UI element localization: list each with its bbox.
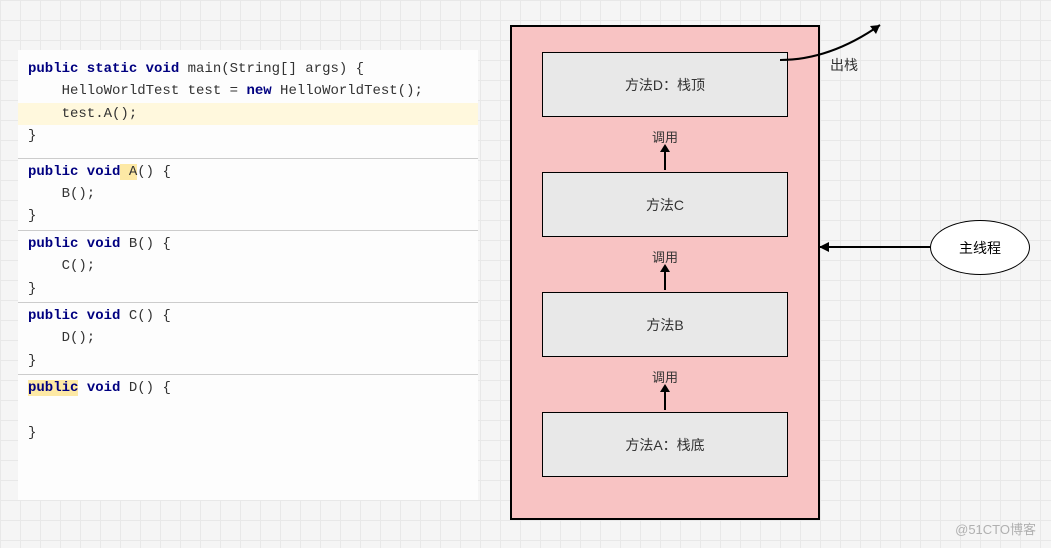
thread-ellipse: 主线程 xyxy=(930,220,1030,275)
stack-frame-d: 方法D：栈顶 xyxy=(542,52,788,117)
stack-container: 方法D：栈顶 调用 方法C 调用 方法B 调用 方法A：栈底 xyxy=(510,25,820,520)
thread-arrow-icon xyxy=(820,246,930,248)
frame-d-label: 方法D：栈顶 xyxy=(625,75,705,95)
arrow-up-icon xyxy=(664,270,666,290)
thread-label: 主线程 xyxy=(959,238,1001,258)
stack-frame-a: 方法A：栈底 xyxy=(542,412,788,477)
code-line-a-sig: public void A() { xyxy=(18,161,478,183)
stack-frame-b: 方法B xyxy=(542,292,788,357)
call-label-bc: 调用 xyxy=(542,237,788,292)
code-line-c-sig: public void C() { xyxy=(18,305,478,327)
code-line-main-2: test.A(); xyxy=(18,103,478,125)
code-line-main-sig: public static void main(String[] args) { xyxy=(18,58,478,80)
code-line-c-close: } xyxy=(18,350,478,372)
code-line-d-close: } xyxy=(18,422,478,444)
code-line-d-blank xyxy=(18,399,478,421)
code-line-b-body: C(); xyxy=(18,255,478,277)
code-panel: public static void main(String[] args) {… xyxy=(18,50,478,500)
code-line-a-body: B(); xyxy=(18,183,478,205)
code-line-main-close: } xyxy=(18,125,478,147)
code-line-c-body: D(); xyxy=(18,327,478,349)
call-label-ab: 调用 xyxy=(542,357,788,412)
code-line-b-close: } xyxy=(18,278,478,300)
code-line-a-close: } xyxy=(18,205,478,227)
stack-frame-c: 方法C xyxy=(542,172,788,237)
pop-label: 出栈 xyxy=(830,55,858,75)
frame-b-label: 方法B xyxy=(646,315,683,335)
call-label-cd: 调用 xyxy=(542,117,788,172)
frame-c-label: 方法C xyxy=(646,195,684,215)
code-line-d-sig: public void D() { xyxy=(18,377,478,399)
frame-a-label: 方法A：栈底 xyxy=(625,435,704,455)
code-line-b-sig: public void B() { xyxy=(18,233,478,255)
code-line-main-1: HelloWorldTest test = new HelloWorldTest… xyxy=(18,80,478,102)
arrow-up-icon xyxy=(664,390,666,410)
watermark: @51CTO博客 xyxy=(955,519,1036,538)
arrow-up-icon xyxy=(664,150,666,170)
